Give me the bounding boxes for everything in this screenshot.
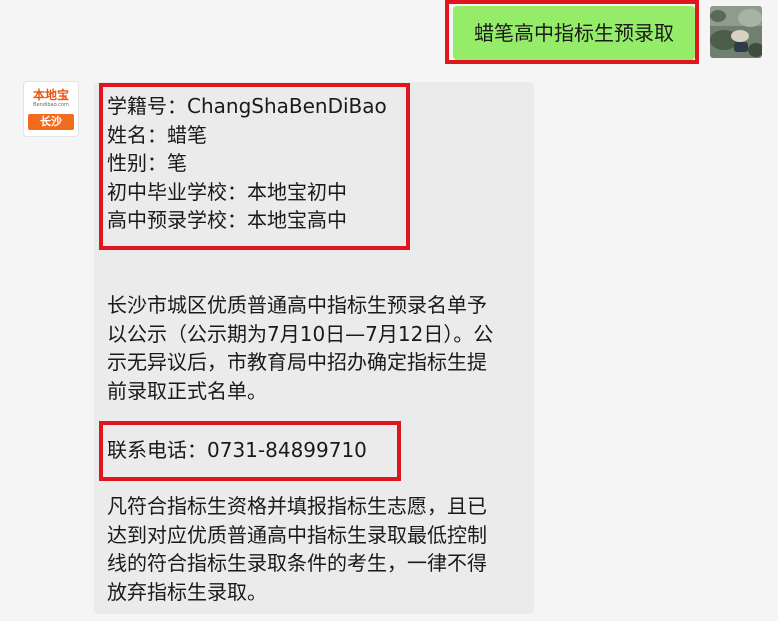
info-line-name: 姓名：蜡笔 — [107, 123, 207, 147]
avatar-city-badge: 长沙 — [28, 114, 74, 130]
notice-line: 示无异议后，市教育局中招办确定指标生提 — [107, 350, 487, 374]
rules-line: 凡符合指标生资格并填报指标生志愿，且已 — [107, 494, 487, 518]
notice-line: 以公示（公示期为7月10日—7月12日）。公 — [107, 322, 494, 346]
rules-line: 放弃指标生录取。 — [107, 580, 267, 604]
user-avatar[interactable] — [710, 6, 762, 58]
outgoing-message[interactable]: 蜡笔高中指标生预录取 — [453, 6, 695, 60]
rules-line: 达到对应优质普通高中指标生录取最低控制 — [107, 523, 487, 547]
info-line-middle-school: 初中毕业学校：本地宝初中 — [107, 180, 347, 204]
rules-line: 线的符合指标生录取条件的考生，一律不得 — [107, 551, 487, 575]
avatar-brand-url: Bendibao.com — [33, 102, 69, 108]
bendibao-avatar[interactable]: 本地宝 Bendibao.com 长沙 — [24, 82, 78, 136]
info-line-gender: 性别：笔 — [107, 151, 187, 175]
chat-window: 蜡笔高中指标生预录取 本地宝 Bendibao.com 长沙 学籍号：Chang… — [0, 0, 778, 621]
info-line-student-id: 学籍号：ChangShaBenDiBao — [107, 94, 387, 118]
contact-phone[interactable]: 联系电话：0731-84899710 — [107, 436, 367, 465]
user-avatar-image — [710, 6, 762, 58]
notice-line: 长沙市城区优质普通高中指标生预录名单予 — [107, 293, 487, 317]
notice-line: 前录取正式名单。 — [107, 379, 267, 403]
info-line-high-school: 高中预录学校：本地宝高中 — [107, 208, 347, 232]
avatar-brand: 本地宝 — [32, 88, 69, 102]
